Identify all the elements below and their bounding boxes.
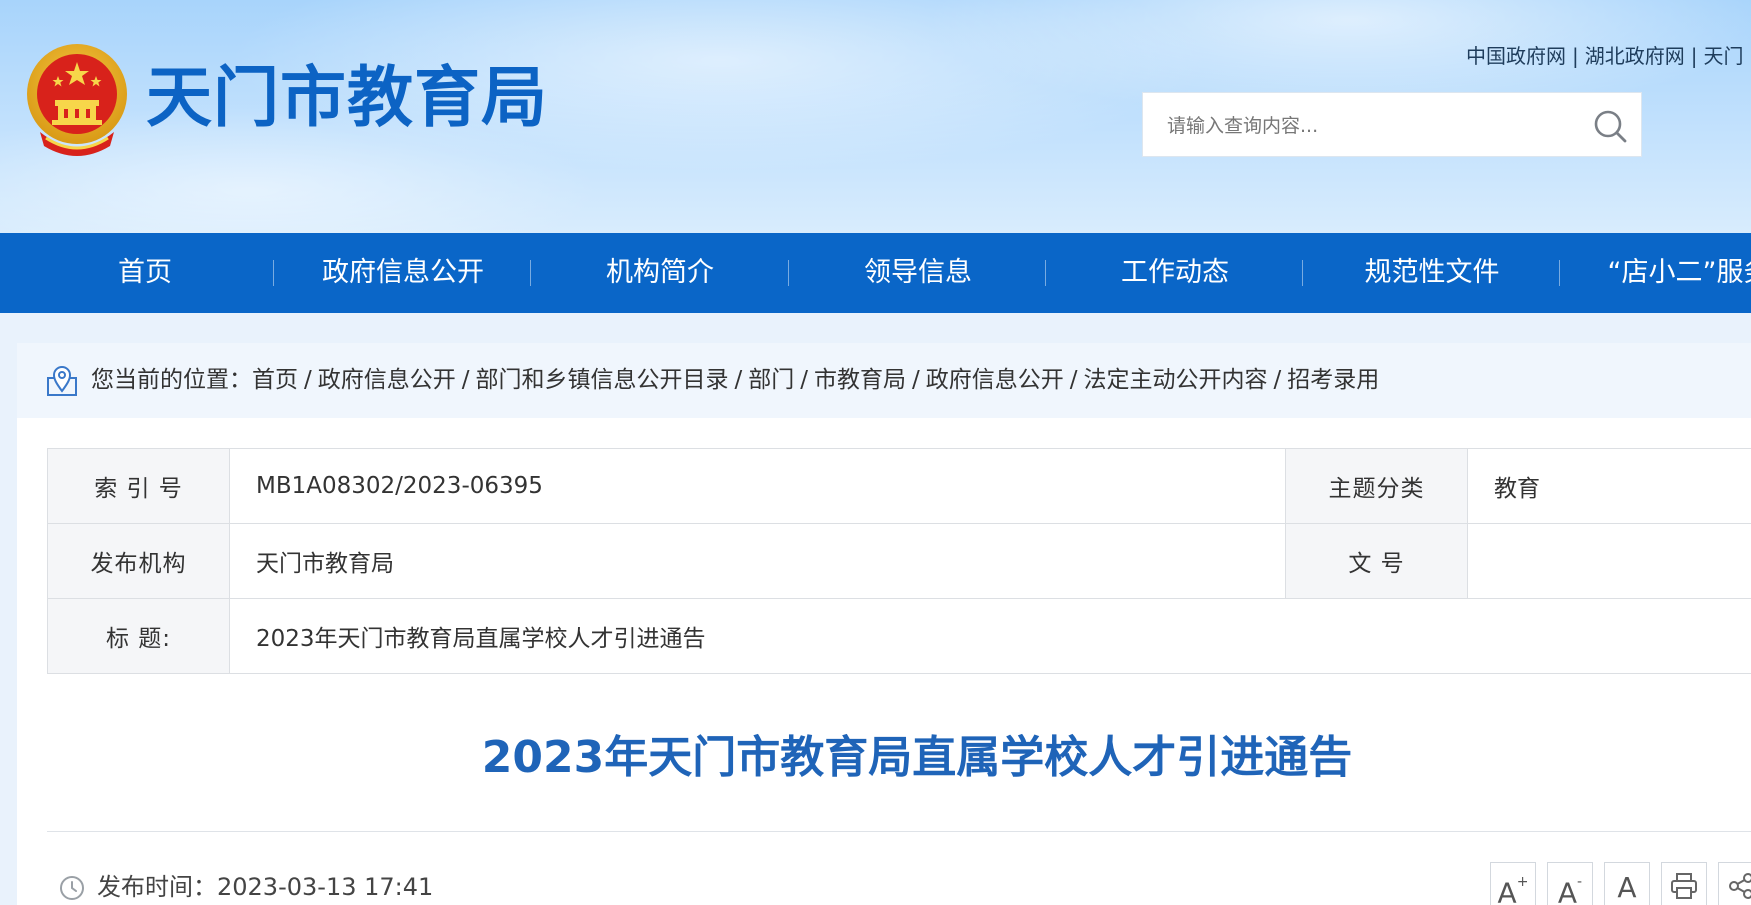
share-button[interactable] <box>1718 862 1751 905</box>
print-icon <box>1671 873 1697 899</box>
search-input[interactable] <box>1165 107 1569 145</box>
article-title: 2023年天门市教育局直属学校人才引进通告 <box>481 732 1353 783</box>
search-box <box>1142 92 1642 157</box>
nav-item-regulations[interactable]: 规范性文件 <box>1303 233 1561 313</box>
publish-label: 发布时间： <box>97 873 217 901</box>
table-row: 标 题: 2023年天门市教育局直属学校人才引进通告 <box>47 598 1751 674</box>
breadcrumb-separator: / <box>461 367 470 393</box>
org-label: 发布机构 <box>47 523 230 599</box>
nav-item-org-intro[interactable]: 机构简介 <box>531 233 789 313</box>
nav-item-news[interactable]: 工作动态 <box>1046 233 1304 313</box>
breadcrumb-bar: 您当前的位置：首页 / 政府信息公开 / 部门和乡镇信息公开目录 / 部门 / 市教育局 / 政府信… <box>17 343 1751 418</box>
location-icon <box>47 366 77 396</box>
font-increase-button[interactable]: A+ <box>1490 862 1536 905</box>
breadcrumb-item-gov-info-2[interactable]: 政府信息公开 <box>926 367 1064 393</box>
nav-item-gov-info[interactable]: 政府信息公开 <box>274 233 532 313</box>
index-label: 索 引 号 <box>47 448 230 524</box>
site-header: 天门市教育局 中国政府网 | 湖北政府网 | 天门 <box>0 0 1751 233</box>
site-title: 天门市教育局 <box>146 59 548 136</box>
breadcrumb-item-catalog[interactable]: 部门和乡镇信息公开目录 <box>476 367 729 393</box>
nav-item-home[interactable]: 首页 <box>16 233 274 313</box>
divider <box>47 831 1751 832</box>
table-row: 发布机构 天门市教育局 文 号 <box>47 523 1751 599</box>
nav-item-leaders[interactable]: 领导信息 <box>789 233 1047 313</box>
font-increase-sup: + <box>1516 874 1529 890</box>
breadcrumb-item-education-bureau[interactable]: 市教育局 <box>814 367 906 393</box>
table-row: 索 引 号 MB1A08302/2023-06395 主题分类 教育 <box>47 448 1751 524</box>
font-decrease-label: A <box>1557 876 1578 905</box>
link-gov-cn[interactable]: 中国政府网 <box>1466 44 1566 68</box>
breadcrumb-prefix: 您当前的位置： <box>91 367 252 393</box>
breadcrumb-separator: / <box>1069 367 1078 393</box>
breadcrumb-separator: / <box>734 367 743 393</box>
topic-label: 主题分类 <box>1285 448 1468 524</box>
font-decrease-button[interactable]: A- <box>1547 862 1593 905</box>
breadcrumb-separator: / <box>1273 367 1282 393</box>
font-decrease-sup: - <box>1577 874 1583 890</box>
breadcrumb-item-recruitment[interactable]: 招考录用 <box>1287 367 1379 393</box>
font-reset-label: A <box>1617 871 1637 904</box>
publish-time: 2023-03-13 17:41 <box>217 873 434 901</box>
print-button[interactable] <box>1661 862 1707 905</box>
title-value: 2023年天门市教育局直属学校人才引进通告 <box>229 598 1751 674</box>
breadcrumb: 您当前的位置：首页 / 政府信息公开 / 部门和乡镇信息公开目录 / 部门 / 市教育局 / 政府信… <box>91 343 1379 418</box>
metadata-table: 索 引 号 MB1A08302/2023-06395 主题分类 教育 发布机构 … <box>47 448 1751 674</box>
breadcrumb-separator: / <box>912 367 920 393</box>
search-icon[interactable] <box>1591 107 1629 145</box>
publish-time-text: 发布时间：2023-03-13 17:41 <box>97 869 433 905</box>
font-reset-button[interactable]: A <box>1604 862 1650 905</box>
page: 天门市教育局 中国政府网|湖北政府网|天门 首页 政府信息公开 机构简介 领导信… <box>0 0 1751 905</box>
clock-icon <box>60 876 84 900</box>
org-value: 天门市教育局 <box>229 523 1286 599</box>
link-separator: | <box>1572 44 1579 68</box>
breadcrumb-item-statutory[interactable]: 法定主动公开内容 <box>1084 367 1268 393</box>
index-value: MB1A08302/2023-06395 <box>229 448 1286 524</box>
topic-value: 教育 <box>1467 448 1751 524</box>
breadcrumb-separator: / <box>800 367 808 393</box>
share-icon <box>1729 873 1751 899</box>
docno-value <box>1467 523 1751 599</box>
main-nav: 首页 政府信息公开 机构简介 领导信息 工作动态 规范性文件 “店小二”服务 <box>0 233 1751 313</box>
link-separator: | <box>1690 44 1698 68</box>
content-panel: 您当前的位置：首页 / 政府信息公开 / 部门和乡镇信息公开目录 / 部门 / 市教育局 / 政府信… <box>17 343 1751 905</box>
title-label: 标 题: <box>47 598 230 674</box>
breadcrumb-separator: / <box>304 367 312 393</box>
breadcrumb-item-home[interactable]: 首页 <box>252 367 298 393</box>
link-tianmen[interactable]: 天门 <box>1704 44 1744 68</box>
link-hubei-gov[interactable]: 湖北政府网 <box>1585 44 1685 68</box>
breadcrumb-item-departments[interactable]: 部门 <box>748 367 794 393</box>
national-emblem-icon <box>27 44 127 156</box>
nav-item-service[interactable]: “店小二”服务 <box>1560 233 1751 313</box>
top-links: 中国政府网 | 湖北政府网 | 天门 <box>1466 40 1751 69</box>
breadcrumb-item-gov-info[interactable]: 政府信息公开 <box>318 367 456 393</box>
font-increase-label: A <box>1497 876 1517 905</box>
docno-label: 文 号 <box>1285 523 1468 599</box>
